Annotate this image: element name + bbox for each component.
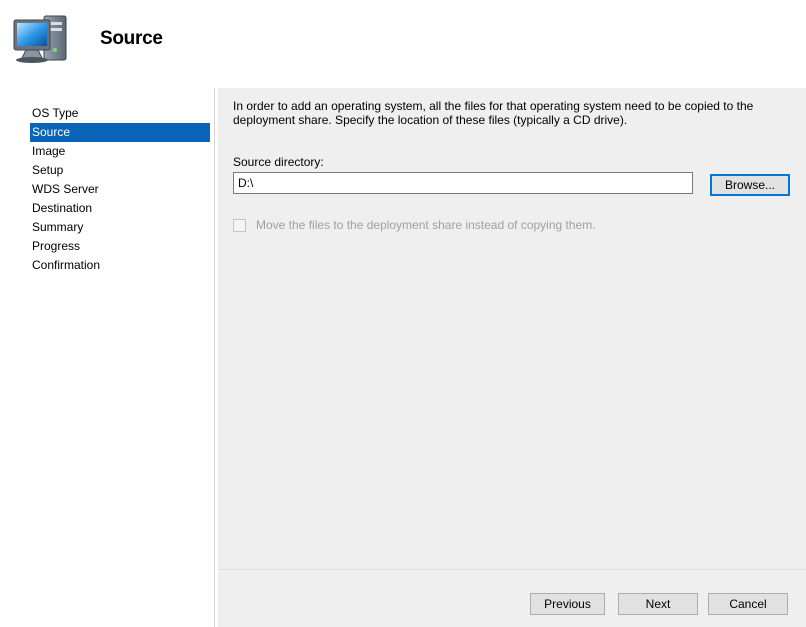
next-button[interactable]: Next xyxy=(618,593,698,615)
move-files-checkbox[interactable] xyxy=(233,218,246,232)
source-directory-input[interactable] xyxy=(233,172,693,194)
move-files-option: Move the files to the deployment share i… xyxy=(233,217,596,233)
wizard-content-panel: In order to add an operating system, all… xyxy=(218,88,806,627)
browse-button[interactable]: Browse... xyxy=(710,174,790,196)
footer-divider xyxy=(218,569,806,570)
step-setup[interactable]: Setup xyxy=(30,161,210,180)
step-os-type[interactable]: OS Type xyxy=(30,104,210,123)
previous-button[interactable]: Previous xyxy=(530,593,605,615)
wizard-steps-panel: OS Type Source Image Setup WDS Server De… xyxy=(26,88,215,627)
wizard-header: Source xyxy=(0,0,806,80)
intro-text: In order to add an operating system, all… xyxy=(233,99,754,127)
source-directory-label: Source directory: xyxy=(233,155,324,169)
step-source[interactable]: Source xyxy=(30,123,210,142)
move-files-label: Move the files to the deployment share i… xyxy=(256,218,596,232)
step-progress[interactable]: Progress xyxy=(30,237,210,256)
cancel-button[interactable]: Cancel xyxy=(708,593,788,615)
step-summary[interactable]: Summary xyxy=(30,218,210,237)
wizard-steps-list: OS Type Source Image Setup WDS Server De… xyxy=(30,104,210,275)
step-destination[interactable]: Destination xyxy=(30,199,210,218)
step-wds-server[interactable]: WDS Server xyxy=(30,180,210,199)
step-confirmation[interactable]: Confirmation xyxy=(30,256,210,275)
step-image[interactable]: Image xyxy=(30,142,210,161)
page-title: Source xyxy=(100,28,163,49)
computer-icon xyxy=(13,15,67,63)
